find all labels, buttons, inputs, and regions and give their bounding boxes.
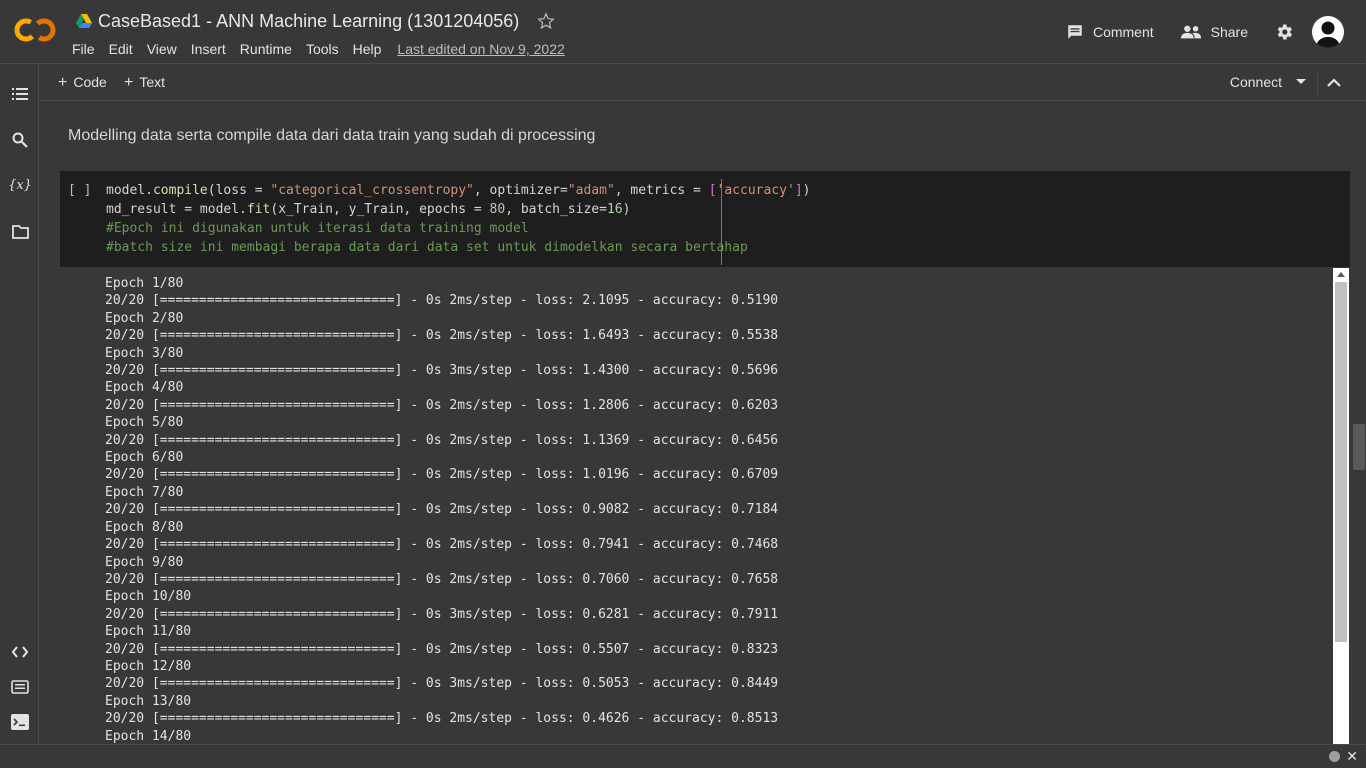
command-palette-icon[interactable] bbox=[10, 677, 30, 697]
menu-bar: File Edit View Insert Runtime Tools Help… bbox=[72, 40, 565, 58]
add-text-label: Text bbox=[139, 74, 166, 90]
epoch-result-line: 20/20 [==============================] -… bbox=[105, 502, 779, 518]
code-line-compile: model.compile(loss = "categorical_crosse… bbox=[106, 183, 811, 198]
chevron-up-icon[interactable] bbox=[1326, 75, 1342, 91]
code-editor[interactable]: model.compile(loss = "categorical_crosse… bbox=[106, 181, 810, 257]
comment-button[interactable]: Comment bbox=[1066, 23, 1154, 41]
search-icon[interactable] bbox=[10, 130, 30, 150]
cell-output: Epoch 1/80 20/20 [=======================… bbox=[60, 268, 1350, 744]
colab-logo-icon[interactable] bbox=[14, 16, 56, 44]
epoch-header-line: Epoch 10/80 bbox=[105, 589, 192, 605]
epoch-result-line: 20/20 [==============================] -… bbox=[105, 676, 779, 692]
epoch-header-line: Epoch 14/80 bbox=[105, 728, 192, 744]
status-indicator-icon bbox=[1329, 751, 1340, 762]
text-cell[interactable]: Modelling data serta compile data dari d… bbox=[68, 127, 595, 145]
epoch-header-line: Epoch 11/80 bbox=[105, 624, 192, 640]
editor-ruler-line bbox=[721, 179, 722, 265]
variables-icon[interactable]: {x} bbox=[8, 175, 32, 195]
plus-icon: + bbox=[124, 74, 134, 91]
menu-file[interactable]: File bbox=[72, 41, 95, 57]
title-row: CaseBased1 - ANN Machine Learning (13012… bbox=[76, 10, 556, 32]
terminal-icon[interactable] bbox=[10, 712, 30, 732]
toolbar-divider bbox=[1317, 71, 1318, 95]
epoch-header-line: Epoch 6/80 bbox=[105, 450, 184, 466]
run-cell-button[interactable]: [ ] bbox=[68, 183, 91, 198]
epoch-result-line: 20/20 [==============================] -… bbox=[105, 397, 779, 413]
share-label: Share bbox=[1210, 24, 1248, 40]
epoch-result-line: 20/20 [==============================] -… bbox=[105, 571, 779, 587]
settings-gear-icon[interactable] bbox=[1274, 22, 1294, 42]
epoch-header-line: Epoch 5/80 bbox=[105, 415, 184, 431]
code-comment-batch: #batch size ini membagi berapa data dari… bbox=[106, 240, 748, 255]
add-code-cell-button[interactable]: + Code bbox=[58, 74, 107, 92]
epoch-result-line: 20/20 [==============================] -… bbox=[105, 328, 779, 344]
add-text-cell-button[interactable]: + Text bbox=[124, 74, 165, 92]
variables-glyph: {x} bbox=[8, 177, 32, 193]
user-avatar[interactable] bbox=[1312, 16, 1344, 48]
epoch-result-line: 20/20 [==============================] -… bbox=[105, 293, 779, 309]
google-drive-icon[interactable] bbox=[76, 14, 92, 28]
avatar-person-icon bbox=[1316, 21, 1340, 48]
epoch-result-line: 20/20 [==============================] -… bbox=[105, 537, 779, 553]
menu-view[interactable]: View bbox=[147, 41, 177, 57]
epoch-header-line: Epoch 13/80 bbox=[105, 693, 192, 709]
plus-icon: + bbox=[58, 74, 68, 91]
status-bar: ✕ bbox=[0, 744, 1366, 768]
epoch-header-line: Epoch 9/80 bbox=[105, 554, 184, 570]
epoch-result-line: 20/20 [==============================] -… bbox=[105, 363, 779, 379]
epoch-header-line: Epoch 3/80 bbox=[105, 345, 184, 361]
epoch-result-line: 20/20 [==============================] -… bbox=[105, 467, 779, 483]
comment-icon bbox=[1068, 25, 1082, 39]
training-log: Epoch 1/80 20/20 [=======================… bbox=[105, 275, 778, 744]
menu-runtime[interactable]: Runtime bbox=[240, 41, 292, 57]
files-icon[interactable] bbox=[10, 222, 30, 242]
code-snippets-icon[interactable] bbox=[10, 642, 30, 662]
left-sidebar-rail: {x} bbox=[0, 65, 39, 744]
menu-help[interactable]: Help bbox=[353, 41, 382, 57]
chevron-down-icon[interactable] bbox=[1296, 79, 1306, 85]
connect-label: Connect bbox=[1229, 74, 1282, 90]
notebook-toolbar: + Code + Text Connect bbox=[40, 65, 1366, 101]
header-actions: Comment Share bbox=[1066, 16, 1344, 48]
epoch-header-line: Epoch 7/80 bbox=[105, 484, 184, 500]
epoch-header-line: Epoch 2/80 bbox=[105, 310, 184, 326]
star-icon[interactable] bbox=[537, 12, 556, 30]
epoch-header-line: Epoch 8/80 bbox=[105, 519, 184, 535]
notebook-title[interactable]: CaseBased1 - ANN Machine Learning (13012… bbox=[98, 11, 519, 32]
code-cell[interactable]: [ ] model.compile(loss = "categorical_cr… bbox=[60, 171, 1350, 267]
menu-tools[interactable]: Tools bbox=[306, 41, 339, 57]
epoch-header-line: Epoch 4/80 bbox=[105, 380, 184, 396]
output-scroll-thumb[interactable] bbox=[1335, 282, 1347, 642]
menu-edit[interactable]: Edit bbox=[109, 41, 133, 57]
colab-window: CaseBased1 - ANN Machine Learning (13012… bbox=[0, 0, 1366, 768]
epoch-result-line: 20/20 [==============================] -… bbox=[105, 641, 779, 657]
scroll-up-arrow-icon[interactable] bbox=[1337, 272, 1345, 277]
epoch-result-line: 20/20 [==============================] -… bbox=[105, 606, 779, 622]
epoch-result-line: 20/20 [==============================] -… bbox=[105, 432, 779, 448]
epoch-result-line: 20/20 [==============================] -… bbox=[105, 711, 779, 727]
share-button[interactable]: Share bbox=[1180, 24, 1248, 40]
code-line-fit: md_result = model.fit(x_Train, y_Train, … bbox=[106, 202, 631, 217]
epoch-header-line: Epoch 1/80 bbox=[105, 276, 184, 291]
connect-button[interactable]: Connect bbox=[1230, 74, 1306, 90]
comment-label: Comment bbox=[1092, 24, 1154, 40]
close-icon[interactable]: ✕ bbox=[1346, 748, 1358, 765]
last-edited-link[interactable]: Last edited on Nov 9, 2022 bbox=[397, 41, 564, 57]
output-scrollbar[interactable] bbox=[1333, 268, 1349, 744]
add-code-label: Code bbox=[73, 74, 107, 90]
toc-icon[interactable] bbox=[10, 84, 30, 104]
menu-insert[interactable]: Insert bbox=[191, 41, 226, 57]
share-people-icon bbox=[1180, 25, 1201, 39]
code-comment-epoch: #Epoch ini digunakan untuk iterasi data … bbox=[106, 221, 529, 236]
epoch-header-line: Epoch 12/80 bbox=[105, 658, 192, 674]
page-scroll-thumb[interactable] bbox=[1353, 424, 1365, 470]
header-bar: CaseBased1 - ANN Machine Learning (13012… bbox=[0, 0, 1366, 64]
